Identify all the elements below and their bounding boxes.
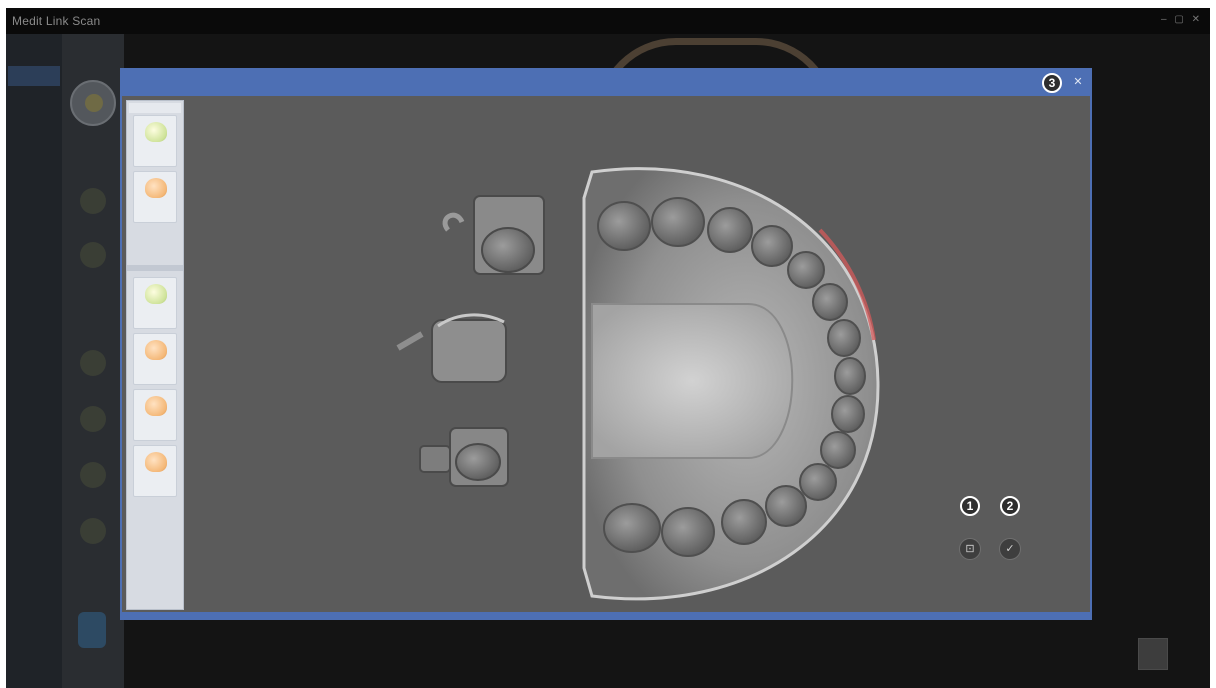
scanner-icon	[85, 94, 103, 112]
left-nav	[6, 34, 62, 688]
maximize-button[interactable]: ▢	[1174, 14, 1183, 25]
tool-button-3[interactable]	[80, 350, 106, 376]
tool-button-5[interactable]	[80, 462, 106, 488]
tooth-icon	[145, 178, 167, 198]
scan-tool-button[interactable]	[70, 80, 116, 126]
scan-dialog: 3 ✕ 1 2 ⊡ ✓	[120, 68, 1092, 620]
list-item[interactable]	[133, 445, 177, 497]
close-window-button[interactable]: ✕	[1192, 14, 1200, 25]
dialog-footer-bar	[122, 612, 1090, 618]
nav-item-scan[interactable]	[8, 66, 60, 86]
dialog-header: 3 ✕	[122, 70, 1090, 96]
scan-list-panel	[126, 100, 184, 610]
tool-button-2[interactable]	[80, 242, 106, 268]
app-title: Medit Link Scan	[12, 14, 101, 28]
title-bar: Medit Link Scan – ▢ ✕	[6, 8, 1210, 34]
tooth-icon	[145, 396, 167, 416]
close-icon[interactable]: ✕	[1072, 76, 1084, 88]
list-item[interactable]	[133, 115, 177, 167]
confirm-check-icon[interactable]: ✓	[999, 538, 1021, 560]
3d-viewport[interactable]: 1 2 ⊡ ✓	[188, 98, 1088, 610]
corner-button[interactable]	[1138, 638, 1168, 670]
palate	[591, 303, 794, 459]
die-pieces	[396, 195, 545, 487]
window-controls: – ▢ ✕	[1156, 14, 1200, 25]
tool-button-6[interactable]	[80, 518, 106, 544]
tooth-icon	[145, 284, 167, 304]
tool-button-1[interactable]	[80, 188, 106, 214]
list-item[interactable]	[133, 171, 177, 223]
callout-1: 1	[960, 496, 980, 516]
list-item[interactable]	[133, 389, 177, 441]
group-separator	[127, 265, 183, 271]
list-item[interactable]	[133, 333, 177, 385]
callout-2: 2	[1000, 496, 1020, 516]
fit-view-icon[interactable]: ⊡	[959, 538, 981, 560]
tool-button-bottom[interactable]	[78, 612, 106, 648]
minimize-button[interactable]: –	[1161, 14, 1167, 25]
tooth-icon	[145, 452, 167, 472]
callout-3: 3	[1042, 73, 1062, 93]
tool-button-4[interactable]	[80, 406, 106, 432]
nav-item-3[interactable]	[8, 126, 60, 146]
tooth-icon	[145, 340, 167, 360]
list-item[interactable]	[133, 277, 177, 329]
dental-arch-model	[396, 167, 880, 601]
nav-item-2[interactable]	[8, 96, 60, 116]
list-header	[129, 103, 181, 113]
tool-column	[62, 34, 124, 688]
tooth-icon	[145, 122, 167, 142]
